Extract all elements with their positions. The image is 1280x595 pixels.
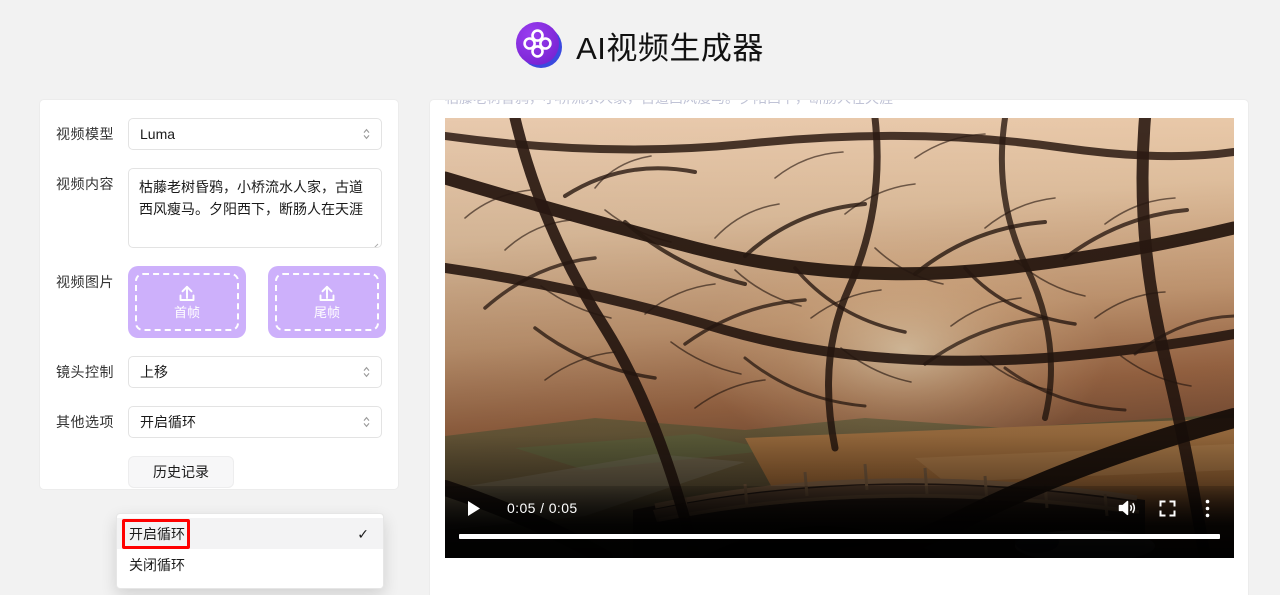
chevron-updown-icon [362, 365, 371, 379]
video-controls-bar: 0:05 / 0:05 [445, 486, 1234, 558]
fullscreen-icon[interactable] [1154, 495, 1180, 521]
preview-caption: 枯藤老树昏鸦，小桥流水人家，古道西风瘦马。夕阳西下，断肠人在天涯 [445, 100, 1235, 109]
check-icon: ✓ [357, 525, 369, 542]
upload-first-frame-label: 首帧 [173, 305, 200, 320]
main-stage: 视频模型 Luma 视频内容 枯藤老树昏鸦，小桥流水人家，古道西风瘦马。夕阳西下… [0, 90, 1280, 595]
camera-control-select[interactable]: 上移 [128, 356, 382, 388]
generation-form-panel: 视频模型 Luma 视频内容 枯藤老树昏鸦，小桥流水人家，古道西风瘦马。夕阳西下… [40, 100, 398, 489]
page-title: AI视频生成器 [576, 30, 764, 66]
video-progress-fill [459, 534, 1220, 539]
volume-icon[interactable] [1114, 495, 1140, 521]
form-row-history: 历史记录 [56, 456, 382, 488]
other-options-select[interactable]: 开启循环 [128, 406, 382, 438]
chevron-updown-icon [362, 415, 371, 429]
form-row-model: 视频模型 Luma [56, 118, 382, 150]
video-model-select[interactable]: Luma [128, 118, 382, 150]
dropdown-option-loop-on[interactable]: 开启循环 ✓ [117, 518, 383, 549]
video-content-value: 枯藤老树昏鸦，小桥流水人家，古道西风瘦马。夕阳西下，断肠人在天涯 [139, 179, 363, 217]
play-icon[interactable] [461, 495, 487, 521]
upload-icon [176, 284, 198, 304]
camera-control-value: 上移 [140, 364, 168, 380]
dropdown-option-label: 关闭循环 [129, 556, 185, 573]
dropdown-option-loop-off[interactable]: 关闭循环 [117, 549, 383, 580]
form-row-camera: 镜头控制 上移 [56, 356, 382, 388]
upload-last-frame-button[interactable]: 尾帧 [268, 266, 386, 338]
resize-grip-icon[interactable] [369, 235, 379, 247]
video-player[interactable]: 0:05 / 0:05 [445, 118, 1234, 558]
label-video-content: 视频内容 [56, 176, 114, 192]
video-model-value: Luma [140, 126, 176, 142]
upload-first-frame-button[interactable]: 首帧 [128, 266, 246, 338]
video-preview-panel: 枯藤老树昏鸦，小桥流水人家，古道西风瘦马。夕阳西下，断肠人在天涯 [430, 100, 1248, 595]
video-content-textarea[interactable]: 枯藤老树昏鸦，小桥流水人家，古道西风瘦马。夕阳西下，断肠人在天涯 [128, 168, 382, 248]
label-video-images: 视频图片 [56, 274, 114, 290]
kebab-menu-icon[interactable] [1194, 495, 1220, 521]
video-progress-bar[interactable] [459, 534, 1220, 539]
dropdown-option-label: 开启循环 [129, 525, 185, 542]
label-video-model: 视频模型 [56, 126, 114, 142]
history-button[interactable]: 历史记录 [128, 456, 234, 488]
upload-last-frame-label: 尾帧 [313, 305, 340, 320]
other-options-value: 开启循环 [140, 414, 196, 430]
label-camera-control: 镜头控制 [56, 364, 114, 380]
clover-logo-icon [516, 22, 563, 68]
label-other-options: 其他选项 [56, 414, 114, 430]
other-options-dropdown[interactable]: 开启循环 ✓ 关闭循环 [116, 513, 384, 589]
form-row-other-options: 其他选项 开启循环 [56, 406, 382, 438]
form-row-content: 视频内容 枯藤老树昏鸦，小桥流水人家，古道西风瘦马。夕阳西下，断肠人在天涯 [56, 168, 382, 248]
video-time-display: 0:05 / 0:05 [507, 500, 578, 516]
form-row-images: 视频图片 首帧 尾帧 [56, 266, 386, 338]
chevron-updown-icon [362, 127, 371, 141]
upload-icon [316, 284, 338, 304]
app-header: AI视频生成器 [0, 0, 1280, 90]
